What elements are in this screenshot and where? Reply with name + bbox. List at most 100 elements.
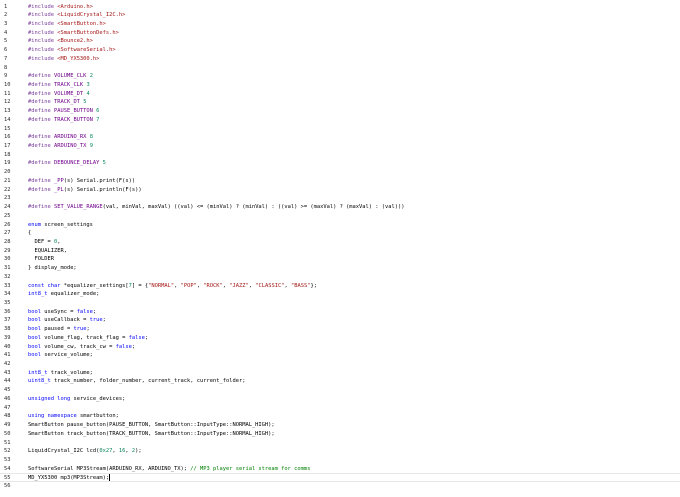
code-line[interactable]: 50 SmartButton track_button(TRACK_BUTTON,…: [0, 430, 680, 439]
line-code[interactable]: #define SET_VALUE_RANGE(val, minVal, max…: [28, 203, 404, 212]
code-line[interactable]: 38 bool paused = true;: [0, 325, 680, 334]
code-line[interactable]: 29 EQUALIZER,: [0, 247, 680, 256]
code-line[interactable]: 4 #include <SmartButtonDefs.h>: [0, 29, 680, 38]
code-line[interactable]: 6 #include <SoftwareSerial.h>: [0, 46, 680, 55]
code-line[interactable]: 41 bool service_volume;: [0, 351, 680, 360]
code-line[interactable]: 23: [0, 194, 680, 203]
line-code[interactable]: #define TRACK_DT 5: [28, 98, 86, 107]
code-line[interactable]: 9 #define VOLUME_CLK 2: [0, 72, 680, 81]
code-line[interactable]: 1 #include <Arduino.h>: [0, 3, 680, 12]
line-code[interactable]: bool useCallback = true;: [28, 316, 106, 325]
line-code[interactable]: SoftwareSerial MP3Stream(ARDUINO_RX, ARD…: [28, 465, 310, 474]
code-line[interactable]: 55 MD_YX5300 mp3(MP3Stream);: [0, 473, 680, 483]
line-code[interactable]: FOLDER: [28, 255, 53, 264]
code-line[interactable]: 56: [0, 482, 680, 491]
code-line[interactable]: 27 {: [0, 229, 680, 238]
code-line[interactable]: 18: [0, 151, 680, 160]
code-line[interactable]: 40 bool volume_cw, track_cw = false;: [0, 343, 680, 352]
code-line[interactable]: 47: [0, 404, 680, 413]
line-code[interactable]: bool volume_cw, track_cw = false;: [28, 343, 135, 352]
line-code[interactable]: SmartButton pause_button(PAUSE_BUTTON, S…: [28, 421, 275, 430]
line-code[interactable]: DEF = 0,: [28, 238, 60, 247]
line-number: 47: [4, 404, 11, 411]
line-code[interactable]: #include <SmartButtonDefs.h>: [28, 29, 119, 38]
line-code[interactable]: #define TRACK_CLK 3: [28, 81, 90, 90]
code-line[interactable]: 54 SoftwareSerial MP3Stream(ARDUINO_RX, A…: [0, 465, 680, 474]
code-line[interactable]: 2 #include <LiquidCrystal_I2C.h>: [0, 11, 680, 20]
code-line[interactable]: 52 LiquidCrystal_I2C lcd(0x27, 16, 2);: [0, 447, 680, 456]
code-line[interactable]: 10 #define TRACK_CLK 3: [0, 81, 680, 90]
code-line[interactable]: 22 #define _PL(s) Serial.println(F(s)): [0, 186, 680, 195]
code-line[interactable]: 48 using namespace smartbutton;: [0, 412, 680, 421]
code-line[interactable]: 49 SmartButton pause_button(PAUSE_BUTTON,…: [0, 421, 680, 430]
line-code[interactable]: #define VOLUME_CLK 2: [28, 72, 93, 81]
code-line[interactable]: 35: [0, 299, 680, 308]
code-line[interactable]: 12 #define TRACK_DT 5: [0, 98, 680, 107]
code-line[interactable]: 28 DEF = 0,: [0, 238, 680, 247]
line-code[interactable]: #include <Bounce2.h>: [28, 37, 93, 46]
code-line[interactable]: 15: [0, 125, 680, 134]
code-line[interactable]: 14 #define TRACK_BUTTON 7: [0, 116, 680, 125]
code-line[interactable]: 42: [0, 360, 680, 369]
line-code[interactable]: bool volume_flag, track_flag = false;: [28, 334, 148, 343]
code-line[interactable]: 37 bool useCallback = true;: [0, 316, 680, 325]
code-line[interactable]: 19 #define DEBOUNCE_DELAY 5: [0, 159, 680, 168]
line-code[interactable]: #define ARDUINO_RX 8: [28, 133, 93, 142]
code-line[interactable]: 36 bool useSync = false;: [0, 308, 680, 317]
line-code[interactable]: bool service_volume;: [28, 351, 93, 360]
code-line[interactable]: 34 int8_t equalizer_mode;: [0, 290, 680, 299]
code-line[interactable]: 11 #define VOLUME_DT 4: [0, 90, 680, 99]
line-code[interactable]: #include <LiquidCrystal_I2C.h>: [28, 11, 125, 20]
line-code[interactable]: #include <Arduino.h>: [28, 3, 93, 12]
code-line[interactable]: 20: [0, 168, 680, 177]
code-line[interactable]: 32: [0, 273, 680, 282]
line-code[interactable]: #define TRACK_BUTTON 7: [28, 116, 99, 125]
code-line[interactable]: 51: [0, 439, 680, 448]
line-code[interactable]: } display_mode;: [28, 264, 77, 273]
line-code[interactable]: #include <SmartButton.h>: [28, 20, 106, 29]
line-code[interactable]: unsigned long service_devices;: [28, 395, 125, 404]
line-code[interactable]: const char *equalizer_settings[7] = {"NO…: [28, 282, 317, 291]
line-code[interactable]: bool paused = true;: [28, 325, 90, 334]
line-code[interactable]: #define VOLUME_DT 4: [28, 90, 90, 99]
code-line[interactable]: 26 enum screen_settings: [0, 221, 680, 230]
code-line[interactable]: 7 #include <MD_YX5300.h>: [0, 55, 680, 64]
line-code[interactable]: EQUALIZER,: [28, 247, 66, 256]
code-line[interactable]: 53: [0, 456, 680, 465]
code-line[interactable]: 21 #define _PP(s) Serial.print(F(s)): [0, 177, 680, 186]
code-line[interactable]: 44 uint8_t track_number, folder_number, c…: [0, 377, 680, 386]
code-line[interactable]: 30 FOLDER: [0, 255, 680, 264]
line-code[interactable]: bool useSync = false;: [28, 308, 96, 317]
code-line[interactable]: 25: [0, 212, 680, 221]
code-line[interactable]: 3 #include <SmartButton.h>: [0, 20, 680, 29]
line-code[interactable]: SmartButton track_button(TRACK_BUTTON, S…: [28, 430, 275, 439]
code-line[interactable]: 8: [0, 64, 680, 73]
line-code[interactable]: #define DEBOUNCE_DELAY 5: [28, 159, 106, 168]
line-code[interactable]: #define ARDUINO_TX 9: [28, 142, 93, 151]
line-code[interactable]: #include <SoftwareSerial.h>: [28, 46, 116, 55]
code-line[interactable]: 5 #include <Bounce2.h>: [0, 37, 680, 46]
code-line[interactable]: 24 #define SET_VALUE_RANGE(val, minVal, m…: [0, 203, 680, 212]
line-code[interactable]: #define _PL(s) Serial.println(F(s)): [28, 186, 142, 195]
line-code[interactable]: enum screen_settings: [28, 221, 93, 230]
code-line[interactable]: 17 #define ARDUINO_TX 9: [0, 142, 680, 151]
code-line[interactable]: 33 const char *equalizer_settings[7] = {"…: [0, 282, 680, 291]
line-code[interactable]: #include <MD_YX5300.h>: [28, 55, 99, 64]
line-code[interactable]: int8_t track_volume;: [28, 369, 93, 378]
code-line[interactable]: 43 int8_t track_volume;: [0, 369, 680, 378]
code-editor[interactable]: 1 #include <Arduino.h> 2 #include <LiquidCr…: [0, 0, 680, 497]
line-code[interactable]: uint8_t track_number, folder_number, cur…: [28, 377, 245, 386]
code-line[interactable]: 39 bool volume_flag, track_flag = false;: [0, 334, 680, 343]
code-line[interactable]: 45: [0, 386, 680, 395]
line-code[interactable]: using namespace smartbutton;: [28, 412, 119, 421]
code-token: uint8_t: [28, 378, 51, 385]
code-line[interactable]: 31} display_mode;: [0, 264, 680, 273]
line-code[interactable]: int8_t equalizer_mode;: [28, 290, 99, 299]
line-code[interactable]: #define PAUSE_BUTTON 6: [28, 107, 99, 116]
code-line[interactable]: 13 #define PAUSE_BUTTON 6: [0, 107, 680, 116]
line-code[interactable]: #define _PP(s) Serial.print(F(s)): [28, 177, 135, 186]
line-code[interactable]: LiquidCrystal_I2C lcd(0x27, 16, 2);: [28, 447, 142, 456]
code-line[interactable]: 46 unsigned long service_devices;: [0, 395, 680, 404]
line-code[interactable]: {: [28, 229, 31, 238]
code-line[interactable]: 16 #define ARDUINO_RX 8: [0, 133, 680, 142]
